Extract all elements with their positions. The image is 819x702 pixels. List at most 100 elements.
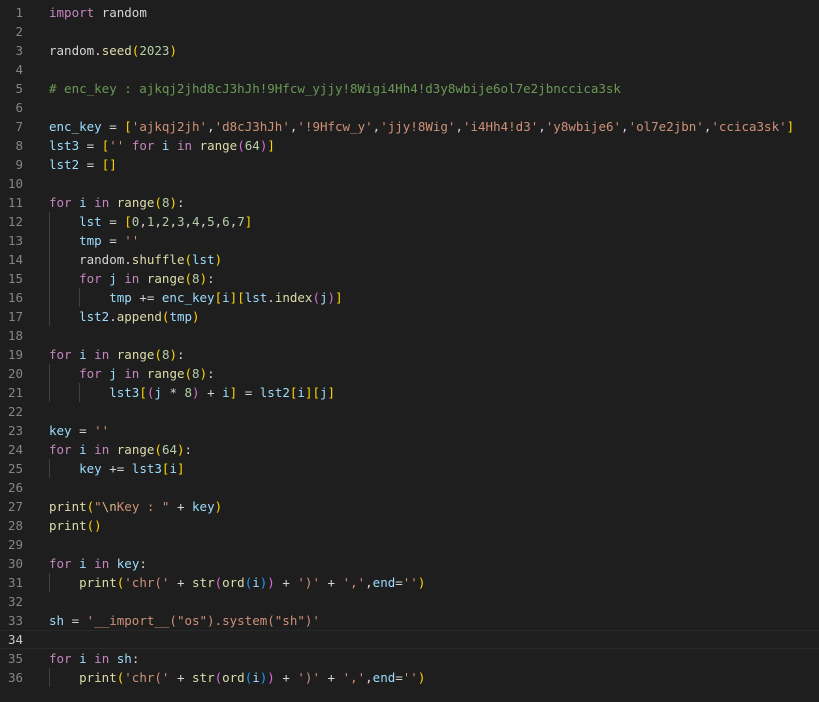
code-token: , [199,214,208,229]
code-line[interactable]: 24 for i in range(64): [0,440,819,459]
code-line[interactable]: 4 [0,60,819,79]
code-line[interactable]: 35 for i in sh: [0,649,819,668]
code-line[interactable]: 1 import random [0,3,819,22]
code-token: enc_key [161,290,215,305]
code-line[interactable]: 21 lst3[(j * 8) + i] = lst2[i][j] [0,383,819,402]
code-line[interactable]: 27 print("\nKey : " + key) [0,497,819,516]
code-line[interactable]: 25 key += lst3[i] [0,459,819,478]
code-token: 'ccica3sk' [711,119,787,134]
code-token: import [49,5,95,20]
code-token: sh [49,613,65,628]
code-line[interactable]: 26 [0,478,819,497]
code-line[interactable]: 36 print('chr(' + str(ord(i)) + ')' + ',… [0,668,819,687]
code-token: 64 [161,442,177,457]
code-token: random. [49,43,102,58]
code-line[interactable]: 5 # enc_key : ajkqj2jhd8cJ3hJh!9Hfcw_yjjy… [0,79,819,98]
code-token: = [101,119,125,134]
code-token: lst2 [79,309,110,324]
code-token: '!9Hfcw_y' [297,119,373,134]
code-token: ) [417,575,426,590]
code-line[interactable]: 7 enc_key = ['ajkqj2jh','d8cJ3hJh','!9Hfc… [0,117,819,136]
code-text: tmp = '' [49,231,139,250]
code-line[interactable]: 13 tmp = '' [0,231,819,250]
code-token: i [79,195,87,210]
code-token: 'ajkqj2jh' [131,119,208,134]
code-line[interactable]: 19 for i in range(8): [0,345,819,364]
code-token: : [184,442,193,457]
code-line[interactable]: 17 lst2.append(tmp) [0,307,819,326]
code-token: + [274,670,298,685]
code-editor[interactable]: 1 import random 2 3 random.seed(2023) 4 5 # enc… [0,0,819,702]
code-token: 'y8wbije6' [545,119,622,134]
code-token: : [207,366,215,381]
code-token: range [146,366,185,381]
code-line[interactable]: 23 key = '' [0,421,819,440]
code-token: for [49,347,72,362]
code-line[interactable]: 34 [0,630,819,649]
line-number: 33 [7,613,23,628]
code-token: for [131,138,155,153]
code-token: sh [116,651,132,666]
code-line[interactable]: 11 for i in range(8): [0,193,819,212]
code-token: end [372,575,396,590]
code-line[interactable]: 30 for i in key: [0,554,819,573]
code-token: in [124,366,140,381]
code-text: key = '' [49,421,109,440]
line-number: 5 [15,81,23,96]
code-token: 'i4Hh4!d3' [462,119,539,134]
code-text: print('chr(' + str(ord(i)) + ')' + ',',e… [49,573,425,592]
code-text: enc_key = ['ajkqj2jh','d8cJ3hJh','!9Hfcw… [49,117,794,136]
line-number: 10 [7,176,23,191]
code-line[interactable]: 10 [0,174,819,193]
code-token: i [222,290,230,305]
line-number: 21 [7,385,23,400]
code-text: # enc_key : ajkqj2jhd8cJ3hJh!9Hfcw_yjjy!… [49,79,621,98]
code-token: , [207,119,215,134]
code-token: . [267,290,275,305]
code-line[interactable]: 28 print() [0,516,819,535]
code-line[interactable]: 22 [0,402,819,421]
code-line[interactable]: 8 lst3 = ['' for i in range(64)] [0,136,819,155]
line-number: 8 [15,138,23,153]
line-number: 29 [7,537,23,552]
code-line[interactable]: 6 [0,98,819,117]
code-token: lst3 [109,385,140,400]
code-line[interactable]: 2 [0,22,819,41]
code-line[interactable]: 15 for j in range(8): [0,269,819,288]
line-number: 18 [7,328,23,343]
code-token: + [319,575,343,590]
code-token: str [192,670,215,685]
code-token: = [101,233,125,248]
code-token: ',' [342,670,366,685]
code-token: ) [267,575,275,590]
code-line[interactable]: 20 for j in range(8): [0,364,819,383]
code-line[interactable]: 31 print('chr(' + str(ord(i)) + ')' + ',… [0,573,819,592]
code-line[interactable]: 33 sh = '__import__("os").system("sh")' [0,611,819,630]
code-token: ) [267,670,275,685]
code-token: shuffle [131,252,185,267]
code-token: key [49,423,72,438]
code-line[interactable]: 9 lst2 = [] [0,155,819,174]
code-token: [ [124,119,132,134]
code-token: i [169,461,177,476]
code-token: j [320,290,328,305]
code-token: end [372,670,396,685]
code-line[interactable]: 12 lst = [0,1,2,3,4,5,6,7] [0,212,819,231]
code-line[interactable]: 3 random.seed(2023) [0,41,819,60]
code-line[interactable]: 32 [0,592,819,611]
code-token: lst2 [259,385,290,400]
code-text: random.shuffle(lst) [49,250,222,269]
code-line[interactable]: 14 random.shuffle(lst) [0,250,819,269]
code-line[interactable]: 29 [0,535,819,554]
code-line[interactable]: 18 [0,326,819,345]
line-number: 25 [7,461,23,476]
code-token: '' [109,138,125,153]
code-token: for [49,556,72,571]
code-line[interactable]: 16 tmp += enc_key[i][lst.index(j)] [0,288,819,307]
code-token: = [64,613,87,628]
code-token: in [176,138,193,153]
